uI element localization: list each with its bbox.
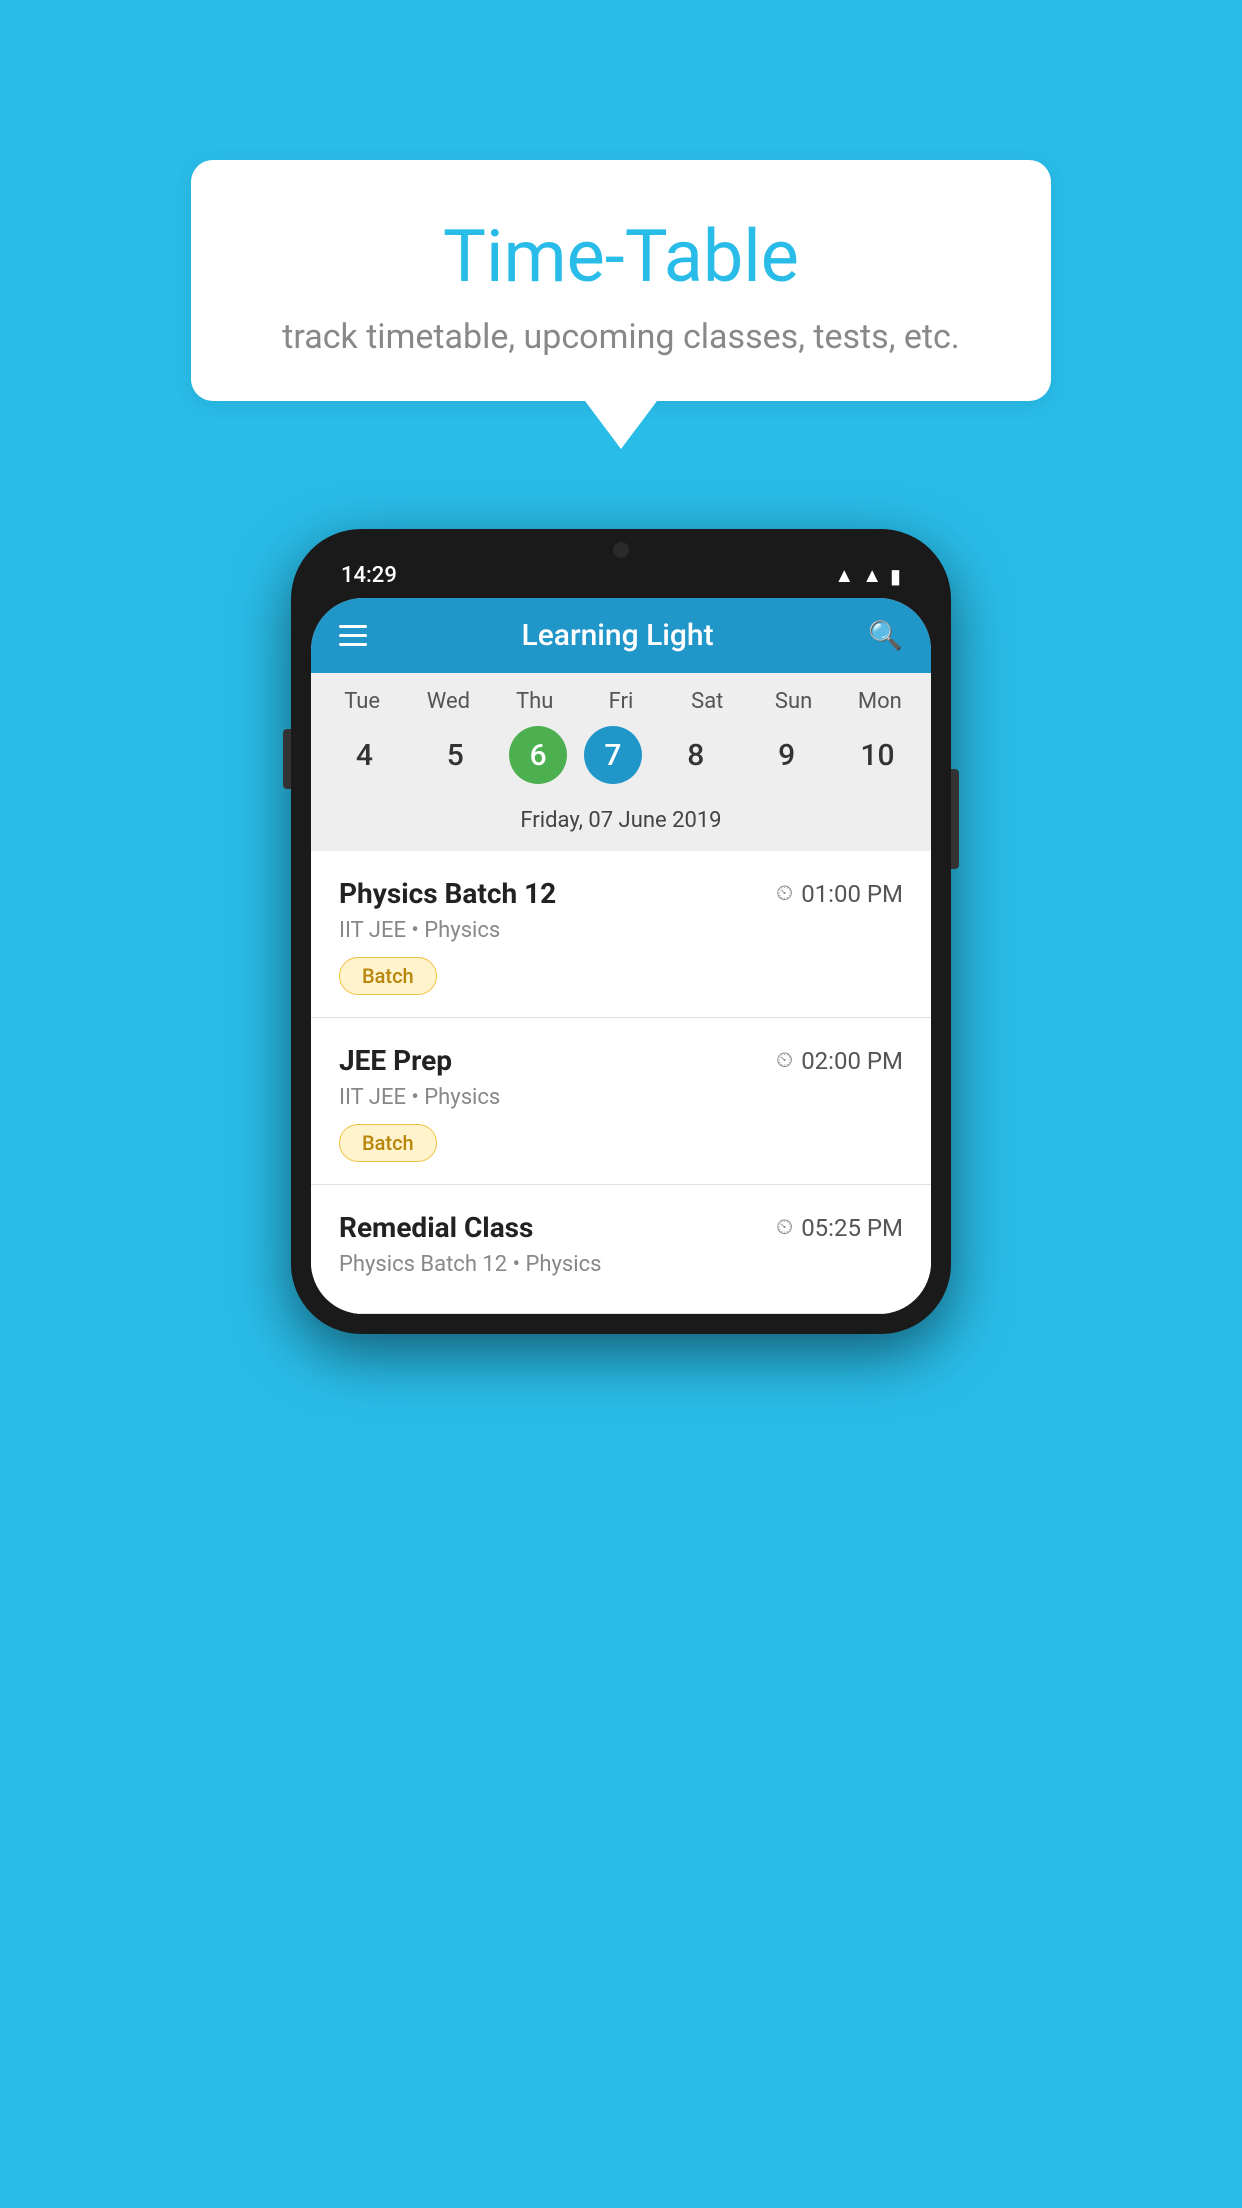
day-sat: Sat xyxy=(670,689,744,714)
day-numbers-row: 4 5 6 7 8 9 10 xyxy=(311,722,931,800)
item-sub-3: Physics Batch 12 • Physics xyxy=(339,1252,903,1277)
calendar-strip: Tue Wed Thu Fri Sat Sun Mon 4 5 6 7 8 9 … xyxy=(311,673,931,851)
speech-bubble-tail xyxy=(585,401,657,449)
date-4[interactable]: 4 xyxy=(327,726,401,784)
camera xyxy=(613,542,629,558)
clock-icon-3: ⏲ xyxy=(776,1215,793,1240)
day-thu: Thu xyxy=(498,689,572,714)
search-icon[interactable]: 🔍 xyxy=(868,619,903,652)
batch-badge-1: Batch xyxy=(339,957,437,995)
power-button xyxy=(951,769,959,869)
speech-bubble: Time-Table track timetable, upcoming cla… xyxy=(191,160,1051,401)
phone-notch xyxy=(581,529,661,563)
item-name-1: Physics Batch 12 xyxy=(339,877,556,910)
item-name-2: JEE Prep xyxy=(339,1044,452,1077)
time-value-2: 02:00 PM xyxy=(801,1047,903,1075)
page-subtitle: track timetable, upcoming classes, tests… xyxy=(251,317,991,357)
date-9[interactable]: 9 xyxy=(750,726,824,784)
batch-badge-2: Batch xyxy=(339,1124,437,1162)
item-time-3: ⏲ 05:25 PM xyxy=(776,1214,903,1242)
item-header-2: JEE Prep ⏲ 02:00 PM xyxy=(339,1044,903,1077)
wifi-icon: ▲ xyxy=(834,563,854,588)
speech-bubble-container: Time-Table track timetable, upcoming cla… xyxy=(191,160,1051,449)
hamburger-menu[interactable] xyxy=(339,625,367,646)
phone-screen: Learning Light 🔍 Tue Wed Thu Fri Sat Sun… xyxy=(311,598,931,1314)
item-name-3: Remedial Class xyxy=(339,1211,533,1244)
day-mon: Mon xyxy=(843,689,917,714)
schedule-list: Physics Batch 12 ⏲ 01:00 PM IIT JEE • Ph… xyxy=(311,851,931,1314)
day-names-row: Tue Wed Thu Fri Sat Sun Mon xyxy=(311,673,931,722)
status-time: 14:29 xyxy=(341,563,397,588)
date-5[interactable]: 5 xyxy=(418,726,492,784)
day-sun: Sun xyxy=(757,689,831,714)
item-header-3: Remedial Class ⏲ 05:25 PM xyxy=(339,1211,903,1244)
time-value-1: 01:00 PM xyxy=(801,880,903,908)
item-sub-2: IIT JEE • Physics xyxy=(339,1085,903,1110)
battery-icon: ▮ xyxy=(890,564,901,588)
day-tue: Tue xyxy=(325,689,399,714)
date-8[interactable]: 8 xyxy=(659,726,733,784)
item-sub-1: IIT JEE • Physics xyxy=(339,918,903,943)
item-time-2: ⏲ 02:00 PM xyxy=(776,1047,903,1075)
time-value-3: 05:25 PM xyxy=(801,1214,903,1242)
page-title: Time-Table xyxy=(251,214,991,299)
schedule-item-jee-prep[interactable]: JEE Prep ⏲ 02:00 PM IIT JEE • Physics Ba… xyxy=(311,1018,931,1185)
date-7-selected[interactable]: 7 xyxy=(584,726,642,784)
clock-icon-2: ⏲ xyxy=(776,1048,793,1073)
app-header: Learning Light 🔍 xyxy=(311,598,931,673)
day-wed: Wed xyxy=(411,689,485,714)
item-time-1: ⏲ 01:00 PM xyxy=(776,880,903,908)
volume-button xyxy=(283,729,291,789)
date-10[interactable]: 10 xyxy=(840,726,914,784)
app-title: Learning Light xyxy=(522,618,714,653)
signal-icon: ▲ xyxy=(862,563,882,588)
schedule-item-physics-batch[interactable]: Physics Batch 12 ⏲ 01:00 PM IIT JEE • Ph… xyxy=(311,851,931,1018)
clock-icon-1: ⏲ xyxy=(776,881,793,906)
selected-date-label: Friday, 07 June 2019 xyxy=(311,800,931,851)
schedule-item-remedial[interactable]: Remedial Class ⏲ 05:25 PM Physics Batch … xyxy=(311,1185,931,1314)
status-icons: ▲ ▲ ▮ xyxy=(834,563,901,588)
day-fri: Fri xyxy=(584,689,658,714)
phone-mockup: 14:29 ▲ ▲ ▮ Learning Light 🔍 Tue Wed xyxy=(291,529,951,1334)
item-header-1: Physics Batch 12 ⏲ 01:00 PM xyxy=(339,877,903,910)
date-6-today[interactable]: 6 xyxy=(509,726,567,784)
status-bar: 14:29 ▲ ▲ ▮ xyxy=(311,549,931,588)
